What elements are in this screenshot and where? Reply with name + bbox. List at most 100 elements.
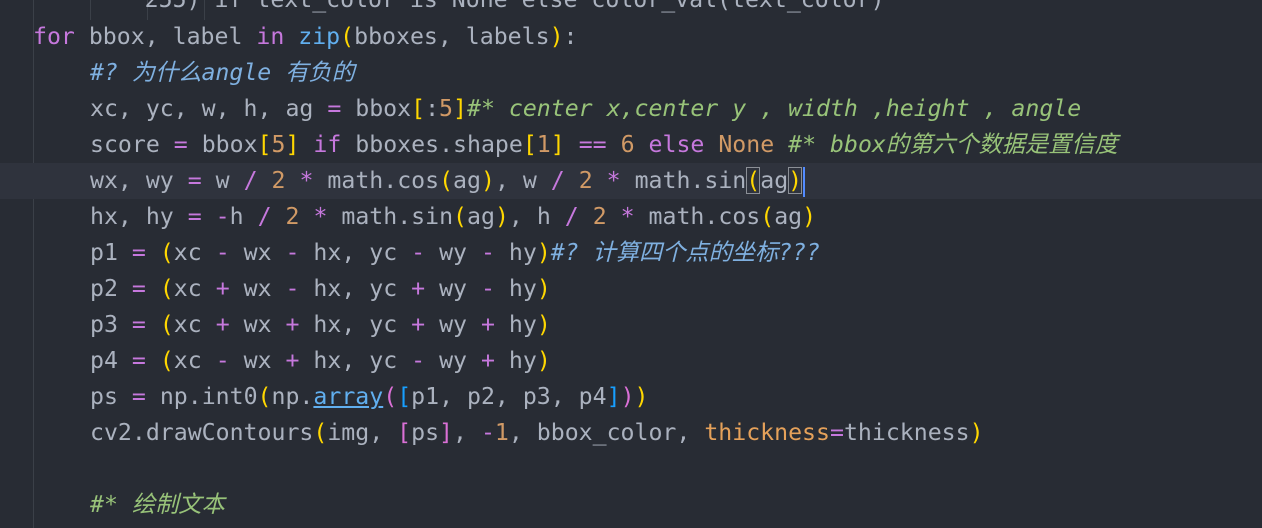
code-token: +: [480, 311, 495, 338]
code-token: /: [243, 167, 258, 194]
code-token: /: [550, 167, 565, 194]
code-token: =: [131, 275, 146, 302]
code-token: thickness: [843, 419, 970, 446]
code-line[interactable]: score = bbox[5] if bboxes.shape[1] == 6 …: [0, 127, 1262, 163]
code-token: wx: [229, 347, 286, 374]
code-token: wy: [425, 311, 481, 338]
code-token: [: [257, 131, 272, 158]
code-token: xc: [173, 275, 216, 302]
code-line-content: wx, wy = w / 2 * math.cos(ag), w / 2 * m…: [90, 163, 806, 199]
code-token: wy: [425, 275, 481, 302]
code-token: xc: [173, 311, 216, 338]
code-token: p3: [90, 311, 132, 338]
code-token: ]: [550, 131, 565, 158]
code-token: ag: [467, 203, 495, 230]
code-line[interactable]: [0, 451, 1262, 487]
code-line-content: hx, hy = -h / 2 * math.sin(ag), h / 2 * …: [90, 199, 816, 235]
code-token: (: [313, 419, 328, 446]
code-token: (: [257, 383, 272, 410]
code-token: hx, yc: [299, 275, 412, 302]
code-line[interactable]: p4 = (xc - wx + hx, yc - wy + hy): [0, 343, 1262, 379]
code-token: , h: [508, 203, 565, 230]
code-token: ): [536, 275, 551, 302]
code-token: ==: [578, 131, 607, 158]
code-token: 2: [285, 203, 300, 230]
code-token: ag: [774, 203, 803, 230]
code-token: hy: [494, 311, 537, 338]
code-token: xc, yc, w, h, ag: [90, 95, 328, 122]
code-token: +: [215, 275, 230, 302]
code-line-content: p1 = (xc - wx - hx, yc - wy - hy)#? 计算四个…: [90, 235, 820, 271]
code-token: img,: [327, 419, 398, 446]
code-token: :: [563, 23, 578, 50]
code-line[interactable]: p1 = (xc - wx - hx, yc - wy - hy)#? 计算四个…: [0, 235, 1262, 271]
code-token: (: [760, 203, 775, 230]
code-token: array: [313, 383, 384, 410]
text-cursor: [803, 166, 806, 197]
code-token: 6: [620, 131, 635, 158]
code-token: 1: [536, 131, 551, 158]
code-token: #* 绘制文本: [90, 491, 225, 518]
code-line[interactable]: #* 绘制文本: [0, 487, 1262, 523]
code-token: 2: [271, 167, 286, 194]
code-token: ): [969, 419, 984, 446]
code-line[interactable]: #? 为什么angle 有负的: [0, 55, 1262, 91]
code-token: [: [522, 131, 537, 158]
code-token: for: [33, 23, 75, 50]
code-token: bbox, label: [74, 23, 257, 50]
code-token: ]: [439, 419, 454, 446]
code-token: hx, yc: [299, 239, 412, 266]
code-token: thickness: [704, 419, 830, 446]
code-line[interactable]: for bbox, label in zip(bboxes, labels):: [0, 19, 1262, 55]
code-line[interactable]: cv2.drawContours(img, [ps], -1, bbox_col…: [0, 415, 1262, 451]
code-line[interactable]: p3 = (xc + wx + hx, yc + wy + hy): [0, 307, 1262, 343]
code-line[interactable]: xc, yc, w, h, ag = bbox[:5]#* center x,c…: [0, 91, 1262, 127]
code-token: -: [480, 275, 495, 302]
code-token: p1, p2, p3, p4: [411, 383, 607, 410]
code-token: in: [256, 23, 285, 50]
code-line[interactable]: p2 = (xc + wx - hx, yc + wy - hy): [0, 271, 1262, 307]
code-token: 1: [494, 419, 509, 446]
code-line[interactable]: wx, wy = w / 2 * math.cos(ag), w / 2 * m…: [0, 163, 1262, 199]
code-token: +: [411, 275, 426, 302]
code-token: score: [90, 131, 174, 158]
code-token: hx, yc: [299, 347, 412, 374]
code-token: -: [411, 347, 426, 374]
code-line[interactable]: hx, hy = -h / 2 * math.sin(ag), h / 2 * …: [0, 199, 1262, 235]
code-token: wx: [229, 239, 286, 266]
code-token: #* center x,center y , width ,height , a…: [466, 95, 1082, 122]
code-line-content: #? 为什么angle 有负的: [90, 55, 355, 91]
code-token: math.cos: [634, 203, 761, 230]
code-token: -: [215, 347, 230, 374]
code-token: bboxes, labels: [354, 23, 550, 50]
code-token: xc: [173, 239, 216, 266]
code-token: else: [648, 131, 705, 158]
code-token: ]: [285, 131, 300, 158]
code-token: p2: [90, 275, 132, 302]
code-token: hy: [494, 239, 537, 266]
code-token: ): [802, 203, 817, 230]
code-token: #* bbox的第六个数据是置信度: [788, 131, 1118, 158]
code-token: ): [536, 239, 551, 266]
code-token: ag: [760, 167, 789, 194]
code-token: ): [480, 167, 495, 194]
code-token: =: [131, 347, 146, 374]
code-token: ): [788, 167, 803, 194]
code-token: hx, yc: [299, 311, 412, 338]
code-token: (: [159, 347, 174, 374]
code-token: ): [549, 23, 564, 50]
code-token: cv2.drawContours: [90, 419, 314, 446]
code-line[interactable]: 255) if text_color is None else color_va…: [0, 0, 1262, 18]
code-token: 2: [578, 167, 593, 194]
code-line[interactable]: ps = np.int0(np.array([p1, p2, p3, p4])): [0, 379, 1262, 415]
code-editor[interactable]: 255) if text_color is None else color_va…: [0, 0, 1262, 528]
code-token: ): [536, 347, 551, 374]
code-token: np.: [271, 383, 314, 410]
